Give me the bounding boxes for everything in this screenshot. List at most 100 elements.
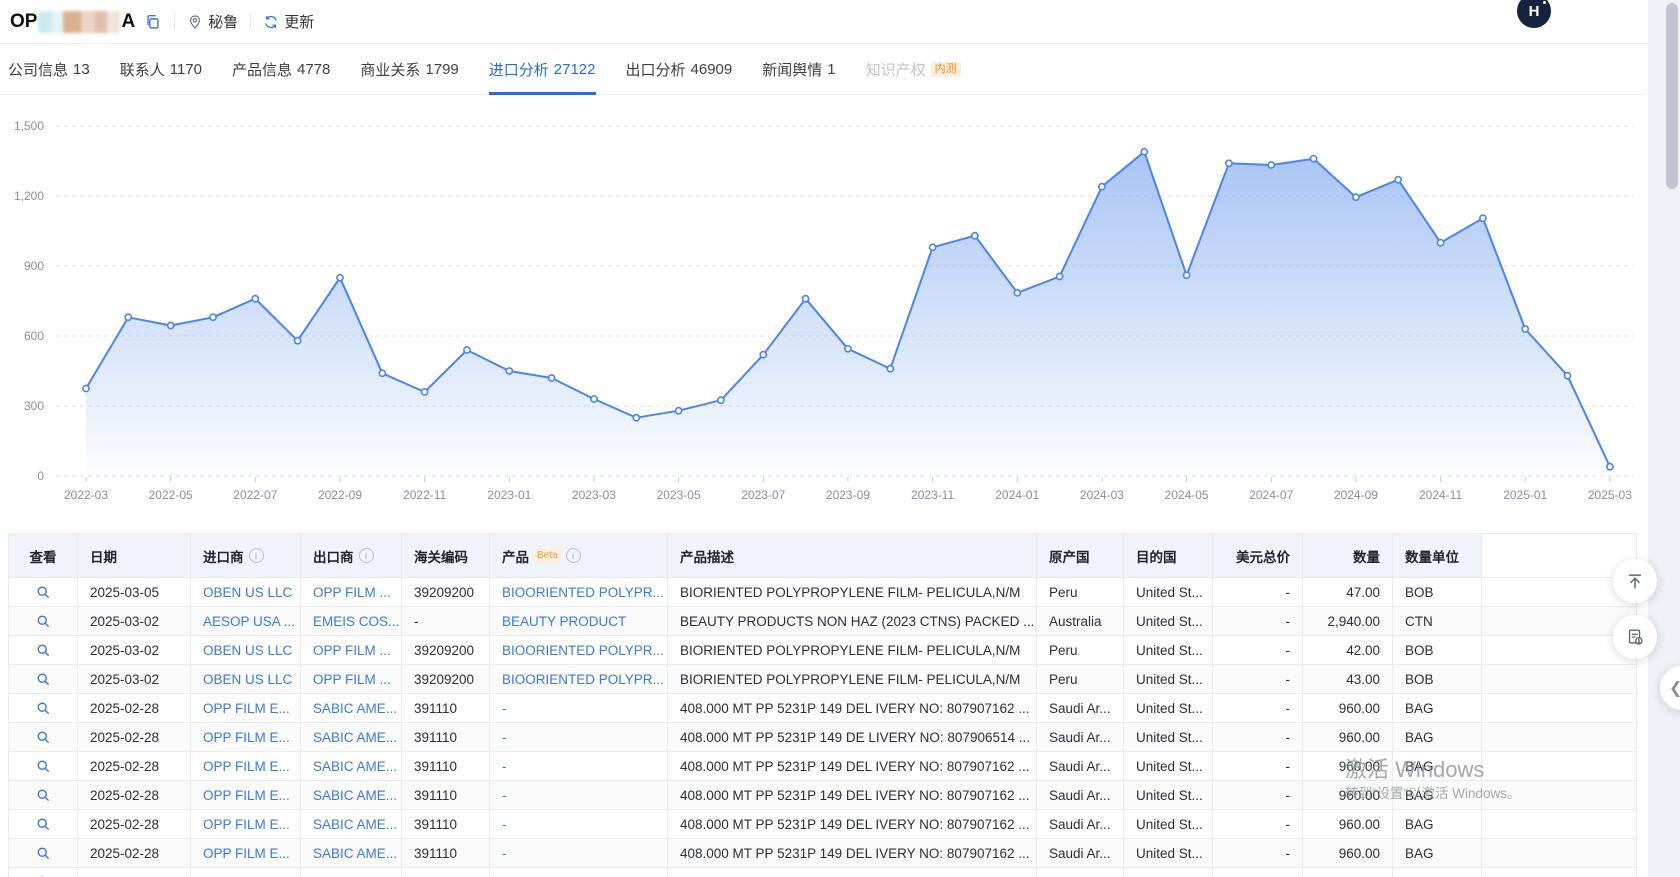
data-point-marker[interactable] bbox=[845, 346, 851, 352]
tab-news-sentiment[interactable]: 新闻舆情1 bbox=[762, 44, 835, 94]
data-point-marker[interactable] bbox=[83, 385, 89, 391]
data-point-marker[interactable] bbox=[210, 314, 216, 320]
cell-exporter-link[interactable]: OPP FILM ... bbox=[301, 578, 402, 607]
cell-importer-link[interactable]: OBEN US LLC bbox=[191, 636, 301, 665]
cell-product-link[interactable]: - bbox=[490, 810, 668, 839]
data-point-marker[interactable] bbox=[295, 338, 301, 344]
info-icon[interactable]: i bbox=[359, 548, 374, 563]
data-point-marker[interactable] bbox=[422, 389, 428, 395]
cell-product-link[interactable]: BEAUTY PRODUCT bbox=[490, 607, 668, 636]
view-detail-button[interactable] bbox=[9, 810, 78, 839]
data-point-marker[interactable] bbox=[803, 296, 809, 302]
cell-importer-link[interactable]: OPP FILM E... bbox=[191, 694, 301, 723]
cell-exporter-link[interactable]: SABIC AME... bbox=[301, 694, 402, 723]
cell-product-link[interactable]: - bbox=[490, 752, 668, 781]
data-point-marker[interactable] bbox=[633, 415, 639, 421]
cell-exporter-link[interactable]: OPP FILM ... bbox=[301, 636, 402, 665]
view-detail-button[interactable] bbox=[9, 665, 78, 694]
cell-importer-link[interactable]: OPP FILM E... bbox=[191, 810, 301, 839]
view-detail-button[interactable] bbox=[9, 868, 78, 877]
cell-exporter-link[interactable]: SABIC AME... bbox=[301, 752, 402, 781]
tab-import-analysis[interactable]: 进口分析27122 bbox=[489, 44, 596, 94]
data-point-marker[interactable] bbox=[1564, 373, 1570, 379]
cell-product-link[interactable]: BIOORIENTED POLYPR... bbox=[490, 636, 668, 665]
data-point-marker[interactable] bbox=[1268, 162, 1274, 168]
cell-importer-link[interactable]: OPP FILM E... bbox=[191, 839, 301, 868]
data-point-marker[interactable] bbox=[676, 408, 682, 414]
data-point-marker[interactable] bbox=[1438, 240, 1444, 246]
cell-importer-link[interactable]: OPP FILM E... bbox=[191, 781, 301, 810]
view-detail-button[interactable] bbox=[9, 839, 78, 868]
data-point-marker[interactable] bbox=[1099, 184, 1105, 190]
data-point-marker[interactable] bbox=[591, 396, 597, 402]
refresh-item[interactable]: 更新 bbox=[263, 11, 314, 32]
cell-exporter-link[interactable]: SABIC AME... bbox=[301, 723, 402, 752]
back-to-top-button[interactable] bbox=[1613, 559, 1657, 603]
view-detail-button[interactable] bbox=[9, 781, 78, 810]
cell-exporter-link[interactable]: SABIC AME... bbox=[301, 781, 402, 810]
info-icon[interactable]: i bbox=[249, 548, 264, 563]
data-point-marker[interactable] bbox=[506, 368, 512, 374]
report-feedback-button[interactable] bbox=[1613, 615, 1657, 659]
info-icon[interactable]: i bbox=[566, 548, 581, 563]
cell-exporter-link[interactable]: OPP FILM ... bbox=[301, 665, 402, 694]
data-point-marker[interactable] bbox=[1395, 177, 1401, 183]
data-point-marker[interactable] bbox=[972, 233, 978, 239]
data-point-marker[interactable] bbox=[1057, 273, 1063, 279]
cell-product-link[interactable]: BIOORIENTED POLYPR... bbox=[490, 665, 668, 694]
data-point-marker[interactable] bbox=[1480, 215, 1486, 221]
tab-business-relations[interactable]: 商业关系1799 bbox=[360, 44, 458, 94]
data-point-marker[interactable] bbox=[1184, 272, 1190, 278]
data-point-marker[interactable] bbox=[1607, 464, 1613, 470]
cell-importer-link[interactable]: OBEN US LLC bbox=[191, 578, 301, 607]
cell-product-link[interactable]: - bbox=[490, 868, 668, 877]
cell-exporter-link[interactable]: SABIC AME... bbox=[301, 839, 402, 868]
cell-quantity-unit: BAG bbox=[1393, 868, 1482, 877]
tab-intellectual-property[interactable]: 知识产权内测 bbox=[866, 44, 961, 94]
data-point-marker[interactable] bbox=[1141, 149, 1147, 155]
copy-icon[interactable] bbox=[144, 13, 162, 31]
data-point-marker[interactable] bbox=[887, 366, 893, 372]
view-detail-button[interactable] bbox=[9, 694, 78, 723]
cell-importer-link[interactable]: OPP FILM E... bbox=[191, 723, 301, 752]
tab-company-info[interactable]: 公司信息13 bbox=[8, 44, 90, 94]
cell-product-link[interactable]: - bbox=[490, 694, 668, 723]
cell-importer-link[interactable]: OBEN US LLC bbox=[191, 665, 301, 694]
data-point-marker[interactable] bbox=[464, 347, 470, 353]
cell-exporter-link[interactable]: EMEIS COS... bbox=[301, 607, 402, 636]
data-point-marker[interactable] bbox=[337, 275, 343, 281]
view-detail-button[interactable] bbox=[9, 607, 78, 636]
app-logo[interactable]: H bbox=[1517, 0, 1551, 28]
cell-importer-link[interactable]: OPP FILM E... bbox=[191, 868, 301, 877]
tab-contacts[interactable]: 联系人1170 bbox=[120, 44, 202, 94]
view-detail-button[interactable] bbox=[9, 578, 78, 607]
data-point-marker[interactable] bbox=[930, 244, 936, 250]
data-point-marker[interactable] bbox=[379, 370, 385, 376]
cell-exporter-link[interactable]: SABIC AME... bbox=[301, 810, 402, 839]
data-point-marker[interactable] bbox=[125, 314, 131, 320]
data-point-marker[interactable] bbox=[252, 296, 258, 302]
location-item[interactable]: 秘鲁 bbox=[187, 11, 238, 32]
data-point-marker[interactable] bbox=[1226, 160, 1232, 166]
tab-product-info[interactable]: 产品信息4778 bbox=[232, 44, 330, 94]
cell-product-link[interactable]: - bbox=[490, 723, 668, 752]
cell-product-link[interactable]: - bbox=[490, 781, 668, 810]
cell-importer-link[interactable]: OPP FILM E... bbox=[191, 752, 301, 781]
data-point-marker[interactable] bbox=[549, 375, 555, 381]
cell-product-link[interactable]: - bbox=[490, 839, 668, 868]
cell-product-link[interactable]: BIOORIENTED POLYPR... bbox=[490, 578, 668, 607]
data-point-marker[interactable] bbox=[1311, 156, 1317, 162]
data-point-marker[interactable] bbox=[760, 352, 766, 358]
data-point-marker[interactable] bbox=[1014, 290, 1020, 296]
view-detail-button[interactable] bbox=[9, 752, 78, 781]
data-point-marker[interactable] bbox=[1522, 326, 1528, 332]
cell-importer-link[interactable]: AESOP USA ... bbox=[191, 607, 301, 636]
view-detail-button[interactable] bbox=[9, 636, 78, 665]
cell-exporter-link[interactable]: SABIC AME... bbox=[301, 868, 402, 877]
data-point-marker[interactable] bbox=[168, 322, 174, 328]
data-point-marker[interactable] bbox=[718, 397, 724, 403]
scrollbar-thumb[interactable] bbox=[1666, 3, 1678, 189]
view-detail-button[interactable] bbox=[9, 723, 78, 752]
tab-export-analysis[interactable]: 出口分析46909 bbox=[626, 44, 733, 94]
data-point-marker[interactable] bbox=[1353, 194, 1359, 200]
